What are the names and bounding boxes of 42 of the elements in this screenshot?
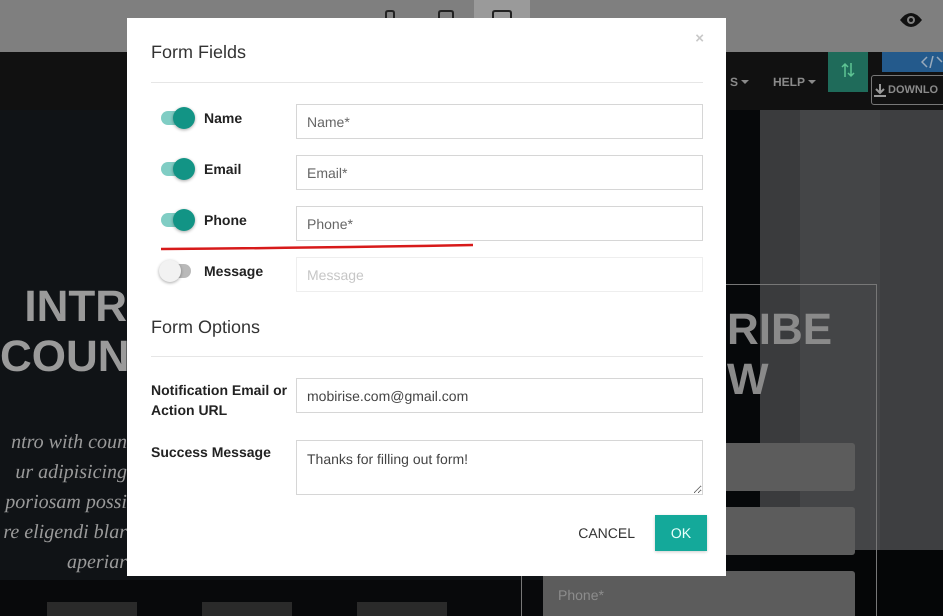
eye-icon[interactable] (899, 12, 923, 28)
desktop-icon (492, 10, 512, 18)
input-field[interactable]: Name* (296, 104, 703, 139)
subscribe-title: RIBE (726, 305, 834, 355)
field-label: Phone (204, 212, 247, 228)
ok-button[interactable]: OK (655, 515, 707, 551)
input-field[interactable]: Phone* (296, 206, 703, 241)
section-title: Form Options (151, 317, 703, 357)
hero-text: ur adipisicing (14, 460, 127, 485)
hero-text: aperiar (66, 550, 127, 575)
subscribe-title: W (726, 355, 770, 405)
dialog-title: Form Fields (151, 42, 246, 63)
caret-icon (741, 80, 750, 84)
input-field[interactable]: Email* (296, 155, 703, 190)
field-label: Email (204, 161, 242, 177)
toggle-switch[interactable] (159, 158, 195, 180)
input-field[interactable]: mobirise.com@gmail.com (296, 378, 703, 413)
nav-item[interactable]: HELP (773, 75, 816, 89)
hero-title: COUN (0, 332, 127, 382)
field-label: Message (204, 263, 264, 279)
cancel-button[interactable]: CANCEL (578, 515, 635, 551)
input-field[interactable]: Message (296, 257, 703, 292)
sort-icon (841, 62, 855, 78)
phone-icon (385, 10, 395, 18)
hero-text: ntro with coun (10, 430, 127, 455)
hero-text: poriosam possi (3, 490, 127, 515)
sort-button[interactable] (828, 52, 868, 92)
nav-item[interactable]: S (730, 75, 750, 89)
tablet-icon (438, 10, 454, 18)
download-icon (874, 84, 886, 96)
code-icon (921, 56, 943, 68)
download-button[interactable]: DOWNLO (871, 75, 943, 105)
field-label: Name (204, 110, 242, 126)
caret-icon (808, 80, 816, 84)
code-button[interactable] (882, 52, 943, 72)
toggle-switch[interactable] (159, 107, 195, 129)
option-label: Notification Email or Action URL (151, 381, 288, 420)
option-label: Success Message (151, 443, 272, 462)
hero-text: re eligendi blar (2, 520, 127, 545)
hero-title: INTR (23, 282, 127, 332)
message-textarea[interactable]: Thanks for filling out form! (296, 440, 703, 495)
toggle-switch[interactable] (159, 209, 195, 231)
